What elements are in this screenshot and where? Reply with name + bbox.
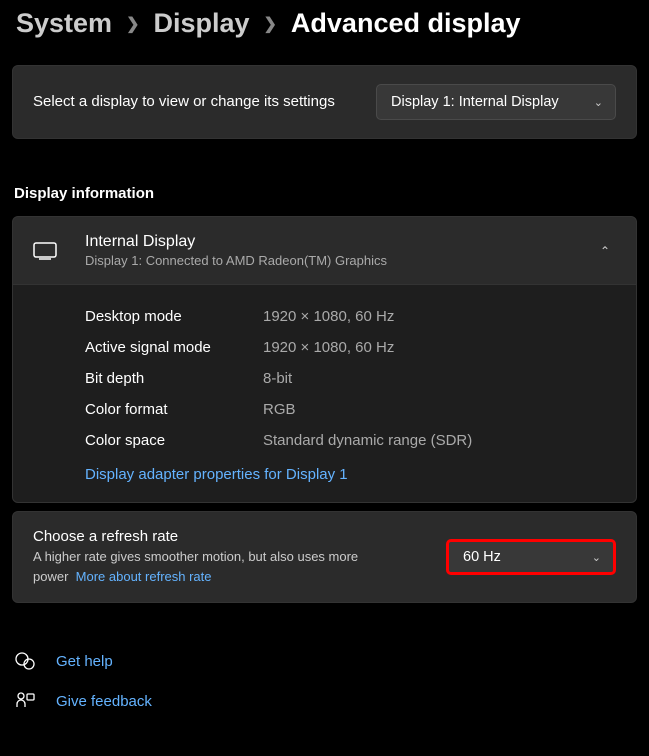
breadcrumb-display[interactable]: Display xyxy=(153,8,249,39)
help-links: Get help Give feedback xyxy=(12,611,637,721)
display-info-body: Desktop mode 1920 × 1080, 60 Hz Active s… xyxy=(13,284,636,502)
display-name: Internal Display xyxy=(85,233,594,251)
row-bit-depth: Bit depth 8-bit xyxy=(85,363,616,394)
row-active-signal: Active signal mode 1920 × 1080, 60 Hz xyxy=(85,332,616,363)
row-color-format: Color format RGB xyxy=(85,394,616,425)
chevron-right-icon: ❯ xyxy=(264,14,277,34)
row-desktop-mode: Desktop mode 1920 × 1080, 60 Hz xyxy=(85,301,616,332)
refresh-rate-card: Choose a refresh rate A higher rate give… xyxy=(12,511,637,603)
breadcrumb-current: Advanced display xyxy=(291,8,521,39)
get-help-link[interactable]: Get help xyxy=(14,641,635,681)
select-display-label: Select a display to view or change its s… xyxy=(33,91,335,113)
refresh-rate-subtitle: A higher rate gives smoother motion, but… xyxy=(33,547,426,586)
chevron-down-icon: ⌄ xyxy=(594,96,603,109)
chevron-down-icon: ⌄ xyxy=(592,551,601,564)
chevron-up-icon: ⌃ xyxy=(594,244,616,258)
refresh-rate-title: Choose a refresh rate xyxy=(33,528,426,545)
select-display-card: Select a display to view or change its s… xyxy=(12,65,637,139)
feedback-icon xyxy=(14,691,36,711)
section-title: Display information xyxy=(12,147,637,216)
breadcrumb: System ❯ Display ❯ Advanced display xyxy=(12,0,637,65)
help-chat-icon xyxy=(14,651,36,671)
select-display-dropdown[interactable]: Display 1: Internal Display ⌄ xyxy=(376,84,616,120)
breadcrumb-system[interactable]: System xyxy=(16,8,112,39)
monitor-icon xyxy=(33,242,85,260)
give-feedback-link[interactable]: Give feedback xyxy=(14,681,635,721)
refresh-rate-dropdown[interactable]: 60 Hz ⌄ xyxy=(446,539,616,575)
refresh-rate-value: 60 Hz xyxy=(463,549,501,565)
row-color-space: Color space Standard dynamic range (SDR) xyxy=(85,425,616,456)
display-info-header[interactable]: Internal Display Display 1: Connected to… xyxy=(13,217,636,284)
more-about-refresh-link[interactable]: More about refresh rate xyxy=(76,569,212,584)
select-display-value: Display 1: Internal Display xyxy=(391,94,559,110)
chevron-right-icon: ❯ xyxy=(126,14,139,34)
adapter-properties-link[interactable]: Display adapter properties for Display 1 xyxy=(85,456,348,483)
display-info-card: Internal Display Display 1: Connected to… xyxy=(12,216,637,503)
display-connection: Display 1: Connected to AMD Radeon(TM) G… xyxy=(85,253,594,268)
